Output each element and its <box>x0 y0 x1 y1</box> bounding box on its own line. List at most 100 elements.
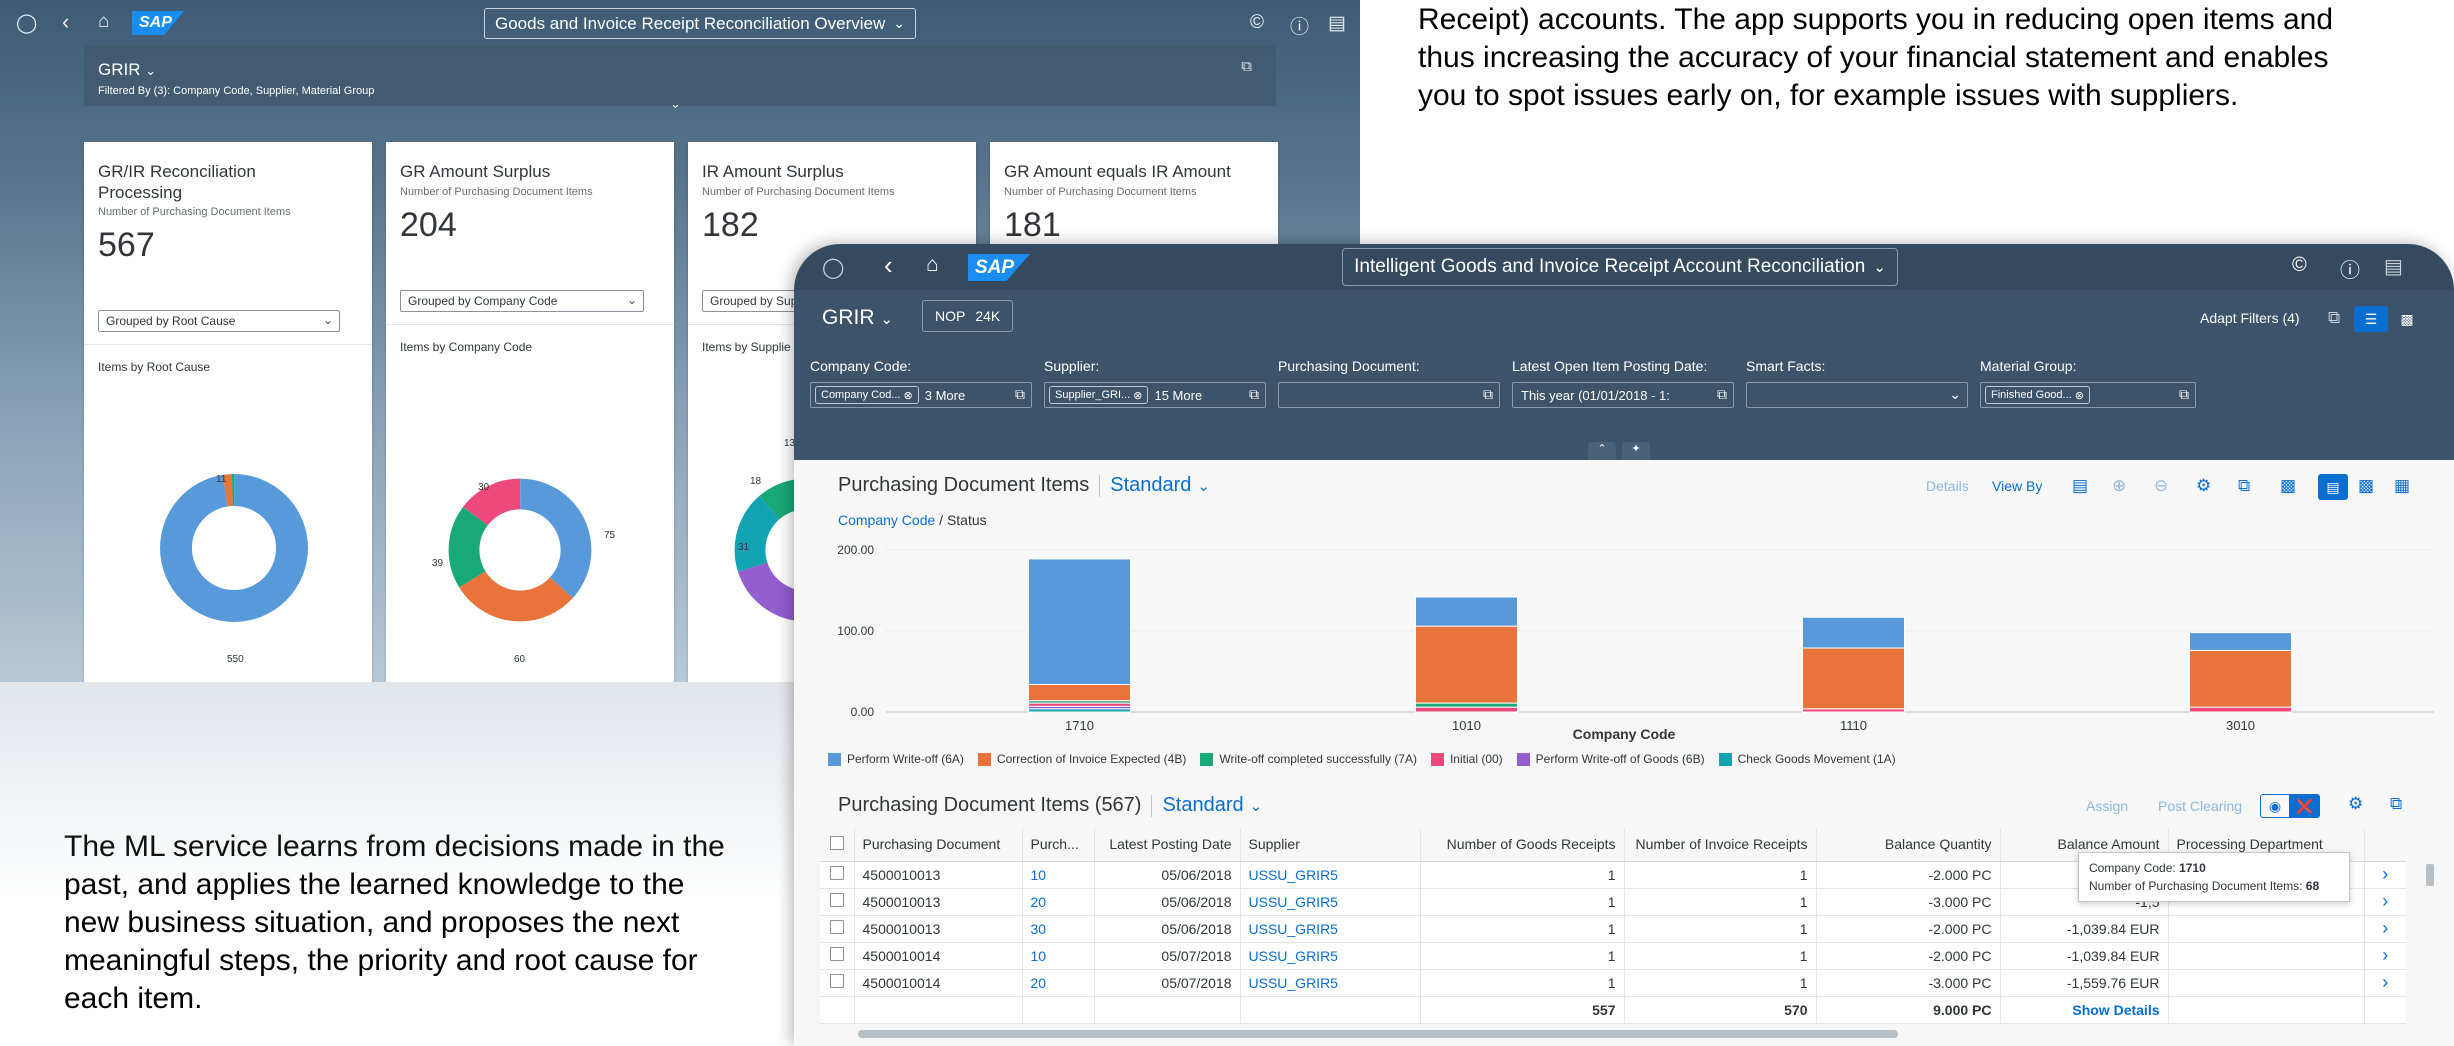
chevron-down-icon[interactable]: ⌄ <box>1197 477 1210 495</box>
bar-segment[interactable] <box>1415 596 1518 627</box>
row-navigation-icon[interactable]: › <box>2364 942 2406 970</box>
bar-segment[interactable] <box>1802 616 1905 649</box>
settings-icon[interactable]: ⚙ <box>2196 476 2211 496</box>
show-details-text[interactable]: Show Details <box>2072 1002 2159 1018</box>
more-tokens[interactable]: 15 More <box>1154 388 1202 403</box>
column-header[interactable]: Purch... <box>1022 828 1095 862</box>
row-checkbox[interactable] <box>820 888 855 916</box>
supplier-cell[interactable]: USSU_GRIR5 <box>1240 915 1421 943</box>
row-checkbox[interactable] <box>820 969 855 997</box>
view-by-button[interactable]: View By <box>1992 478 2042 494</box>
bar-segment[interactable] <box>1415 625 1518 704</box>
column-header[interactable]: Number of Invoice Receipts <box>1624 828 1817 862</box>
item-cell[interactable]: 20 <box>1022 888 1095 916</box>
collapse-header-icon[interactable]: ⌄ <box>670 96 681 112</box>
notifications-icon[interactable]: ▤ <box>2384 254 2403 279</box>
material-group-filter[interactable]: Finished Good... ⊗ ⧉ <box>1980 382 2196 408</box>
chart-type-icon[interactable]: ▩ <box>2280 476 2296 496</box>
chevron-down-icon[interactable]: ⌄ <box>1250 797 1263 815</box>
supplier-cell[interactable]: USSU_GRIR5 <box>1240 969 1421 997</box>
row-checkbox[interactable] <box>820 942 855 970</box>
item-cell[interactable]: 10 <box>1022 942 1095 970</box>
smart-facts-filter[interactable]: ⌄ <box>1746 382 1968 408</box>
company-code-filter[interactable]: Company Cod... ⊗ 3 More ⧉ <box>810 382 1032 408</box>
share-icon[interactable]: ⧉ <box>1241 58 1252 75</box>
home-icon[interactable]: ⌂ <box>926 253 939 277</box>
supplier-cell[interactable]: USSU_GRIR5 <box>1240 942 1421 970</box>
chart-variant-select[interactable]: Standard <box>1110 474 1191 497</box>
item-cell[interactable]: 20 <box>1022 969 1095 997</box>
chart-view-toggle[interactable]: ▩ <box>2390 306 2424 332</box>
supplier-cell[interactable]: USSU_GRIR5 <box>1240 888 1421 916</box>
zoom-in-icon[interactable]: ⊕ <box>2112 476 2126 496</box>
row-navigation-icon[interactable]: › <box>2364 888 2406 916</box>
bar-segment[interactable] <box>2189 706 2292 713</box>
table-variant-select[interactable]: Standard <box>1162 794 1243 817</box>
copilot-icon[interactable]: © <box>2292 254 2307 277</box>
row-navigation-icon[interactable]: › <box>2364 969 2406 997</box>
details-button[interactable]: Details <box>1926 478 1969 494</box>
copilot-icon[interactable]: © <box>1250 12 1264 34</box>
select-all-checkbox[interactable] <box>820 828 855 862</box>
bar-segment[interactable] <box>2189 632 2292 651</box>
fullscreen-icon[interactable]: ⧉ <box>2390 794 2402 814</box>
table-row[interactable]: 4500010014 20 05/07/2018 USSU_GRIR5 1 1 -3.000… <box>820 969 2406 997</box>
notifications-icon[interactable]: ▤ <box>1328 12 1346 35</box>
card-grir-processing[interactable]: GR/IR Reconciliation Processing Number o… <box>84 142 372 682</box>
row-checkbox[interactable] <box>820 861 855 889</box>
legend-item[interactable]: Initial (00) <box>1430 752 1503 766</box>
filter-token[interactable]: Supplier_GRI... ⊗ <box>1049 386 1149 404</box>
column-header[interactable]: Number of Goods Receipts <box>1420 828 1625 862</box>
supplier-filter[interactable]: Supplier_GRI... ⊗ 15 More ⧉ <box>1044 382 1266 408</box>
value-help-icon[interactable]: ⧉ <box>1015 386 1025 403</box>
bar-segment[interactable] <box>1415 702 1518 708</box>
user-icon[interactable]: ◯ <box>822 255 844 280</box>
purchasing-document-filter[interactable]: ⧉ <box>1278 382 1500 408</box>
chart-only-toggle[interactable]: ▩ <box>2358 476 2374 496</box>
card-gr-amount-surplus[interactable]: GR Amount Surplus Number of Purchasing D… <box>386 142 674 682</box>
help-icon[interactable]: ⓘ <box>2340 254 2360 283</box>
chevron-down-icon[interactable]: ⌄ <box>1949 386 1961 403</box>
collapse-header-button[interactable]: ⌃ <box>1588 442 1616 460</box>
legend-item[interactable]: Write-off completed successfully (7A) <box>1200 752 1417 766</box>
filter-token[interactable]: Finished Good... ⊗ <box>1985 386 2090 404</box>
filter-token[interactable]: Company Cod... ⊗ <box>815 386 919 404</box>
app-title[interactable]: Goods and Invoice Receipt Reconciliation… <box>484 8 916 39</box>
table-view-toggle[interactable]: ▤ <box>2318 474 2348 500</box>
legend-item[interactable]: Check Goods Movement (1A) <box>1718 752 1896 766</box>
legend-item[interactable]: Perform Write-off of Goods (6B) <box>1516 752 1705 766</box>
row-navigation-icon[interactable]: › <box>2364 915 2406 943</box>
vertical-scrollbar[interactable] <box>2426 864 2434 886</box>
posting-date-filter[interactable]: This year (01/01/2018 - 1: ⧉ <box>1512 382 1734 408</box>
bar-segment[interactable] <box>1802 647 1905 710</box>
column-header[interactable]: Purchasing Document <box>854 828 1023 862</box>
legend-item[interactable]: Perform Write-off (6A) <box>828 752 964 766</box>
settings-icon[interactable]: ⚙ <box>2348 794 2363 814</box>
hide-icon[interactable]: ❌ <box>2290 794 2320 818</box>
bar-segment[interactable] <box>2189 649 2292 708</box>
pin-header-button[interactable]: ✦ <box>1622 442 1650 460</box>
legend-item[interactable]: Correction of Invoice Expected (4B) <box>977 752 1186 766</box>
table-row[interactable]: 4500010014 10 05/07/2018 USSU_GRIR5 1 1 -2.000… <box>820 942 2406 970</box>
more-tokens[interactable]: 3 More <box>925 388 965 403</box>
assign-button[interactable]: Assign <box>2086 798 2128 814</box>
item-cell[interactable]: 10 <box>1022 861 1095 889</box>
bar-segment[interactable] <box>1415 706 1518 713</box>
column-header[interactable]: Balance Quantity <box>1816 828 2001 862</box>
zoom-out-icon[interactable]: ⊖ <box>2154 476 2168 496</box>
help-icon[interactable]: ⓘ <box>1290 12 1309 39</box>
user-icon[interactable]: ◯ <box>16 12 37 35</box>
table-row[interactable]: 4500010013 30 05/06/2018 USSU_GRIR5 1 1 -2.000… <box>820 915 2406 943</box>
value-help-icon[interactable]: ⧉ <box>1249 386 1259 403</box>
grid-view-toggle[interactable]: ▦ <box>2394 476 2410 496</box>
legend-icon[interactable]: ▤ <box>2072 476 2088 496</box>
show-icon[interactable]: ◉ <box>2260 794 2290 818</box>
kpi-tag[interactable]: NOP 24K <box>922 300 1014 332</box>
horizontal-scrollbar[interactable] <box>858 1030 1898 1038</box>
back-icon[interactable]: ‹ <box>884 250 893 281</box>
share-icon[interactable]: ⧉ <box>2328 308 2340 328</box>
supplier-cell[interactable]: USSU_GRIR5 <box>1240 861 1421 889</box>
show-details-link[interactable]: Show Details <box>2000 996 2169 1024</box>
donut-slice[interactable] <box>160 474 308 622</box>
item-cell[interactable]: 30 <box>1022 915 1095 943</box>
